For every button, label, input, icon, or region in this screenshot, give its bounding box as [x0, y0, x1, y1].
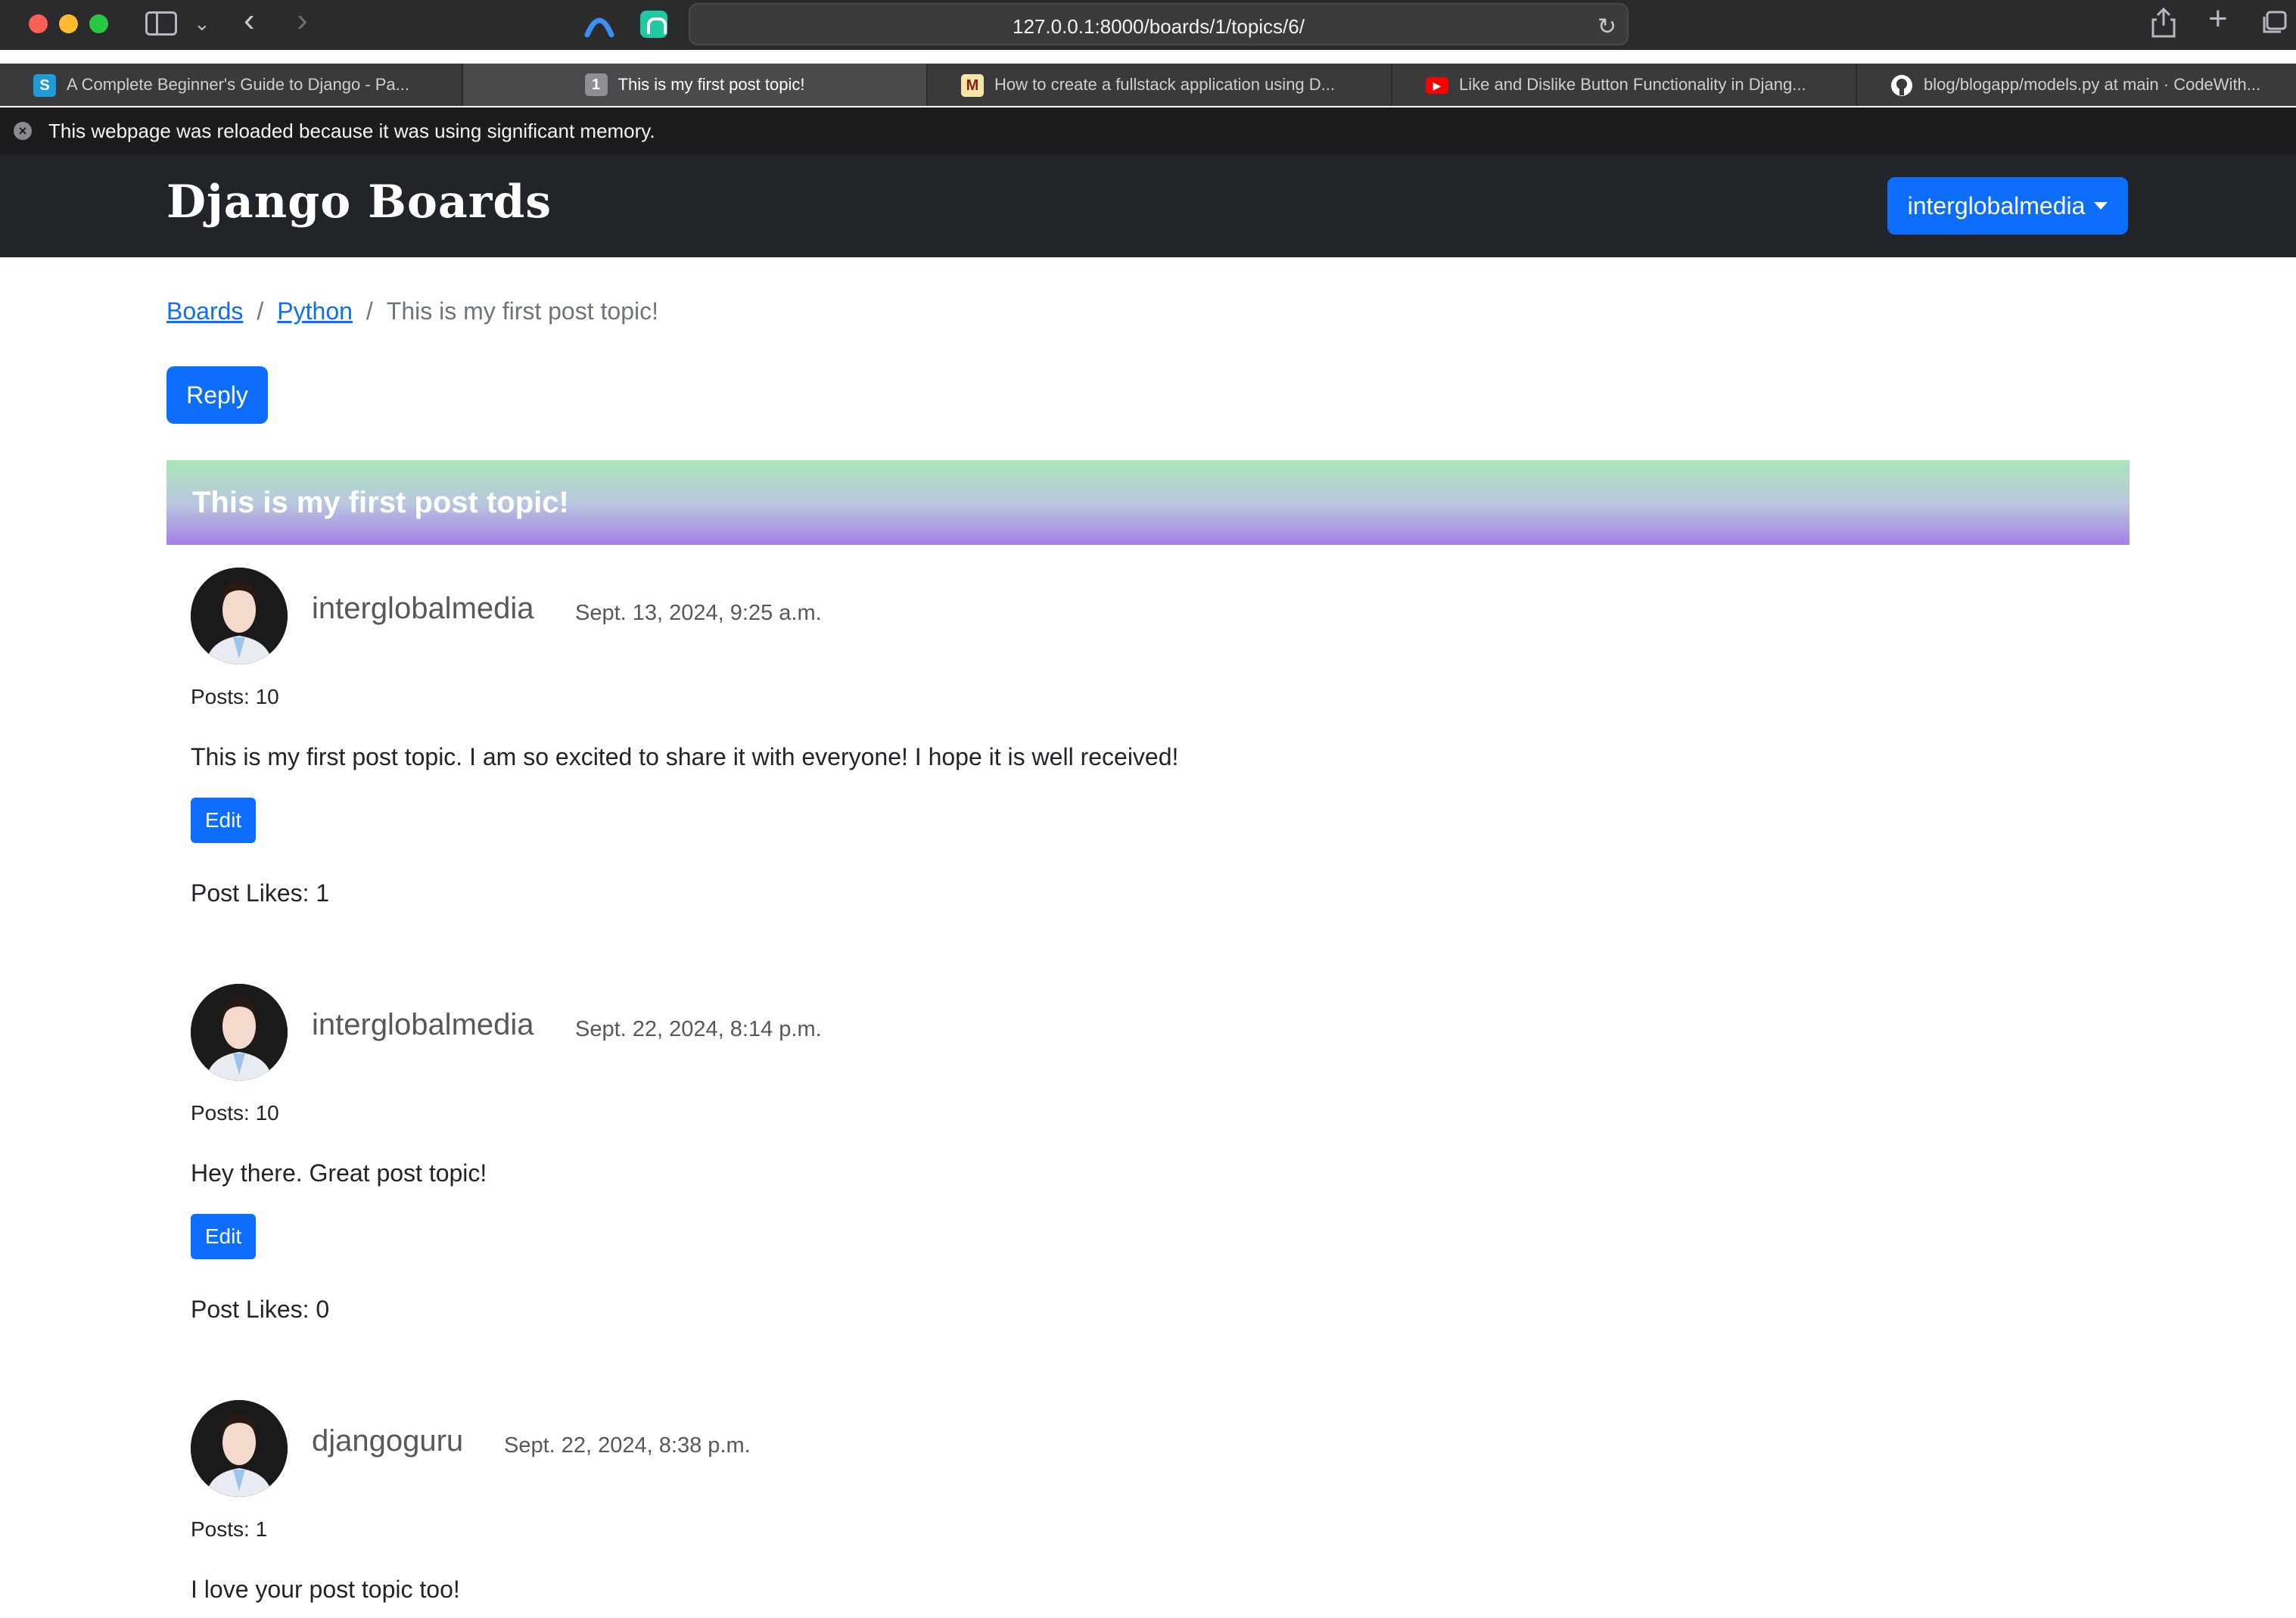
close-window-button[interactable]: [29, 14, 48, 33]
tab-label: A Complete Beginner's Guide to Django - …: [67, 75, 410, 94]
tab-label: How to create a fullstack application us…: [994, 75, 1336, 94]
post-count: Posts: 10: [191, 685, 279, 708]
breadcrumb-python-link[interactable]: Python: [277, 297, 353, 325]
breadcrumb-separator: /: [366, 297, 373, 325]
avatar: [191, 1400, 288, 1497]
post-message: Hey there. Great post topic!: [191, 1159, 487, 1187]
breadcrumb-separator: /: [257, 297, 264, 325]
post-likes: Post Likes: 0: [191, 1296, 330, 1323]
back-icon[interactable]: ‹: [244, 4, 255, 37]
breadcrumb-boards-link[interactable]: Boards: [166, 297, 243, 325]
youtube-icon: ▶: [1426, 77, 1448, 94]
post-item: interglobalmedia Sept. 13, 2024, 9:25 a.…: [191, 568, 2113, 916]
github-icon: [1891, 75, 1912, 96]
favicon: 1: [584, 73, 608, 96]
minimize-window-button[interactable]: [59, 14, 78, 33]
avatar: [191, 568, 288, 664]
site-navbar: Django Boards interglobalmedia: [0, 154, 2296, 257]
share-icon[interactable]: [2151, 8, 2176, 38]
browser-titlebar: ⌄ ‹ › 127.0.0.1:8000/boards/1/topics/6/ …: [0, 0, 2296, 50]
post-item: djangoguru Sept. 22, 2024, 8:38 p.m. Pos…: [191, 1400, 2113, 1618]
chevron-down-icon[interactable]: ⌄: [194, 11, 210, 36]
tab-label: blog/blogapp/models.py at main · CodeWit…: [1924, 75, 2261, 94]
notice-text: This webpage was reloaded because it was…: [48, 119, 655, 142]
avatar: [191, 984, 288, 1081]
tab-github-models[interactable]: blog/blogapp/models.py at main · CodeWit…: [1857, 64, 2296, 106]
post-date: Sept. 22, 2024, 8:38 p.m.: [504, 1433, 751, 1458]
post-username[interactable]: interglobalmedia: [312, 592, 534, 626]
tab-bar: S A Complete Beginner's Guide to Django …: [0, 64, 2296, 106]
sidebar-toggle-icon[interactable]: [145, 11, 177, 36]
post-count: Posts: 1: [191, 1517, 268, 1541]
post-item: interglobalmedia Sept. 22, 2024, 8:14 p.…: [191, 984, 2113, 1332]
memory-reload-notice: × This webpage was reloaded because it w…: [0, 107, 2296, 154]
reply-button[interactable]: Reply: [166, 366, 268, 424]
post-likes: Post Likes: 1: [191, 879, 330, 907]
extension-app-icon[interactable]: [640, 11, 667, 38]
post-date: Sept. 13, 2024, 9:25 a.m.: [575, 601, 822, 625]
tab-label: Like and Dislike Button Functionality in…: [1459, 75, 1806, 94]
edit-button[interactable]: Edit: [191, 1214, 256, 1259]
extension-arc-icon[interactable]: [584, 11, 614, 38]
reload-icon[interactable]: ↻: [1598, 14, 1616, 40]
tab-current-topic[interactable]: 1 This is my first post topic!: [463, 64, 928, 106]
breadcrumb: Boards / Python / This is my first post …: [166, 297, 658, 325]
caret-down-icon: [2094, 202, 2108, 210]
user-menu-label: interglobalmedia: [1907, 191, 2086, 219]
forward-icon[interactable]: ›: [297, 4, 308, 37]
post-count: Posts: 10: [191, 1101, 279, 1125]
post-date: Sept. 22, 2024, 8:14 p.m.: [575, 1017, 822, 1041]
breadcrumb-current: This is my first post topic!: [386, 297, 658, 325]
post-username[interactable]: djangoguru: [312, 1424, 463, 1458]
post-username[interactable]: interglobalmedia: [312, 1008, 534, 1042]
new-tab-icon[interactable]: +: [2208, 2, 2228, 36]
zoom-window-button[interactable]: [89, 14, 108, 33]
favicon: S: [33, 74, 56, 97]
close-icon[interactable]: ×: [14, 122, 32, 140]
tab-overview-icon[interactable]: [2261, 11, 2287, 35]
site-brand[interactable]: Django Boards: [166, 176, 552, 229]
tab-label: This is my first post topic!: [618, 75, 805, 94]
favicon: M: [961, 74, 984, 97]
topic-title: This is my first post topic!: [166, 460, 2130, 545]
url-text: 127.0.0.1:8000/boards/1/topics/6/: [1013, 15, 1305, 38]
edit-button[interactable]: Edit: [191, 798, 256, 843]
tab-like-dislike[interactable]: ▶ Like and Dislike Button Functionality …: [1392, 64, 1857, 106]
user-menu-dropdown[interactable]: interglobalmedia: [1887, 177, 2128, 235]
tab-fullstack-app[interactable]: M How to create a fullstack application …: [928, 64, 1392, 106]
tab-django-guide[interactable]: S A Complete Beginner's Guide to Django …: [0, 64, 463, 106]
post-message: I love your post topic too!: [191, 1576, 460, 1603]
post-message: This is my first post topic. I am so exc…: [191, 743, 1179, 770]
address-bar[interactable]: 127.0.0.1:8000/boards/1/topics/6/ ↻: [689, 3, 1629, 45]
